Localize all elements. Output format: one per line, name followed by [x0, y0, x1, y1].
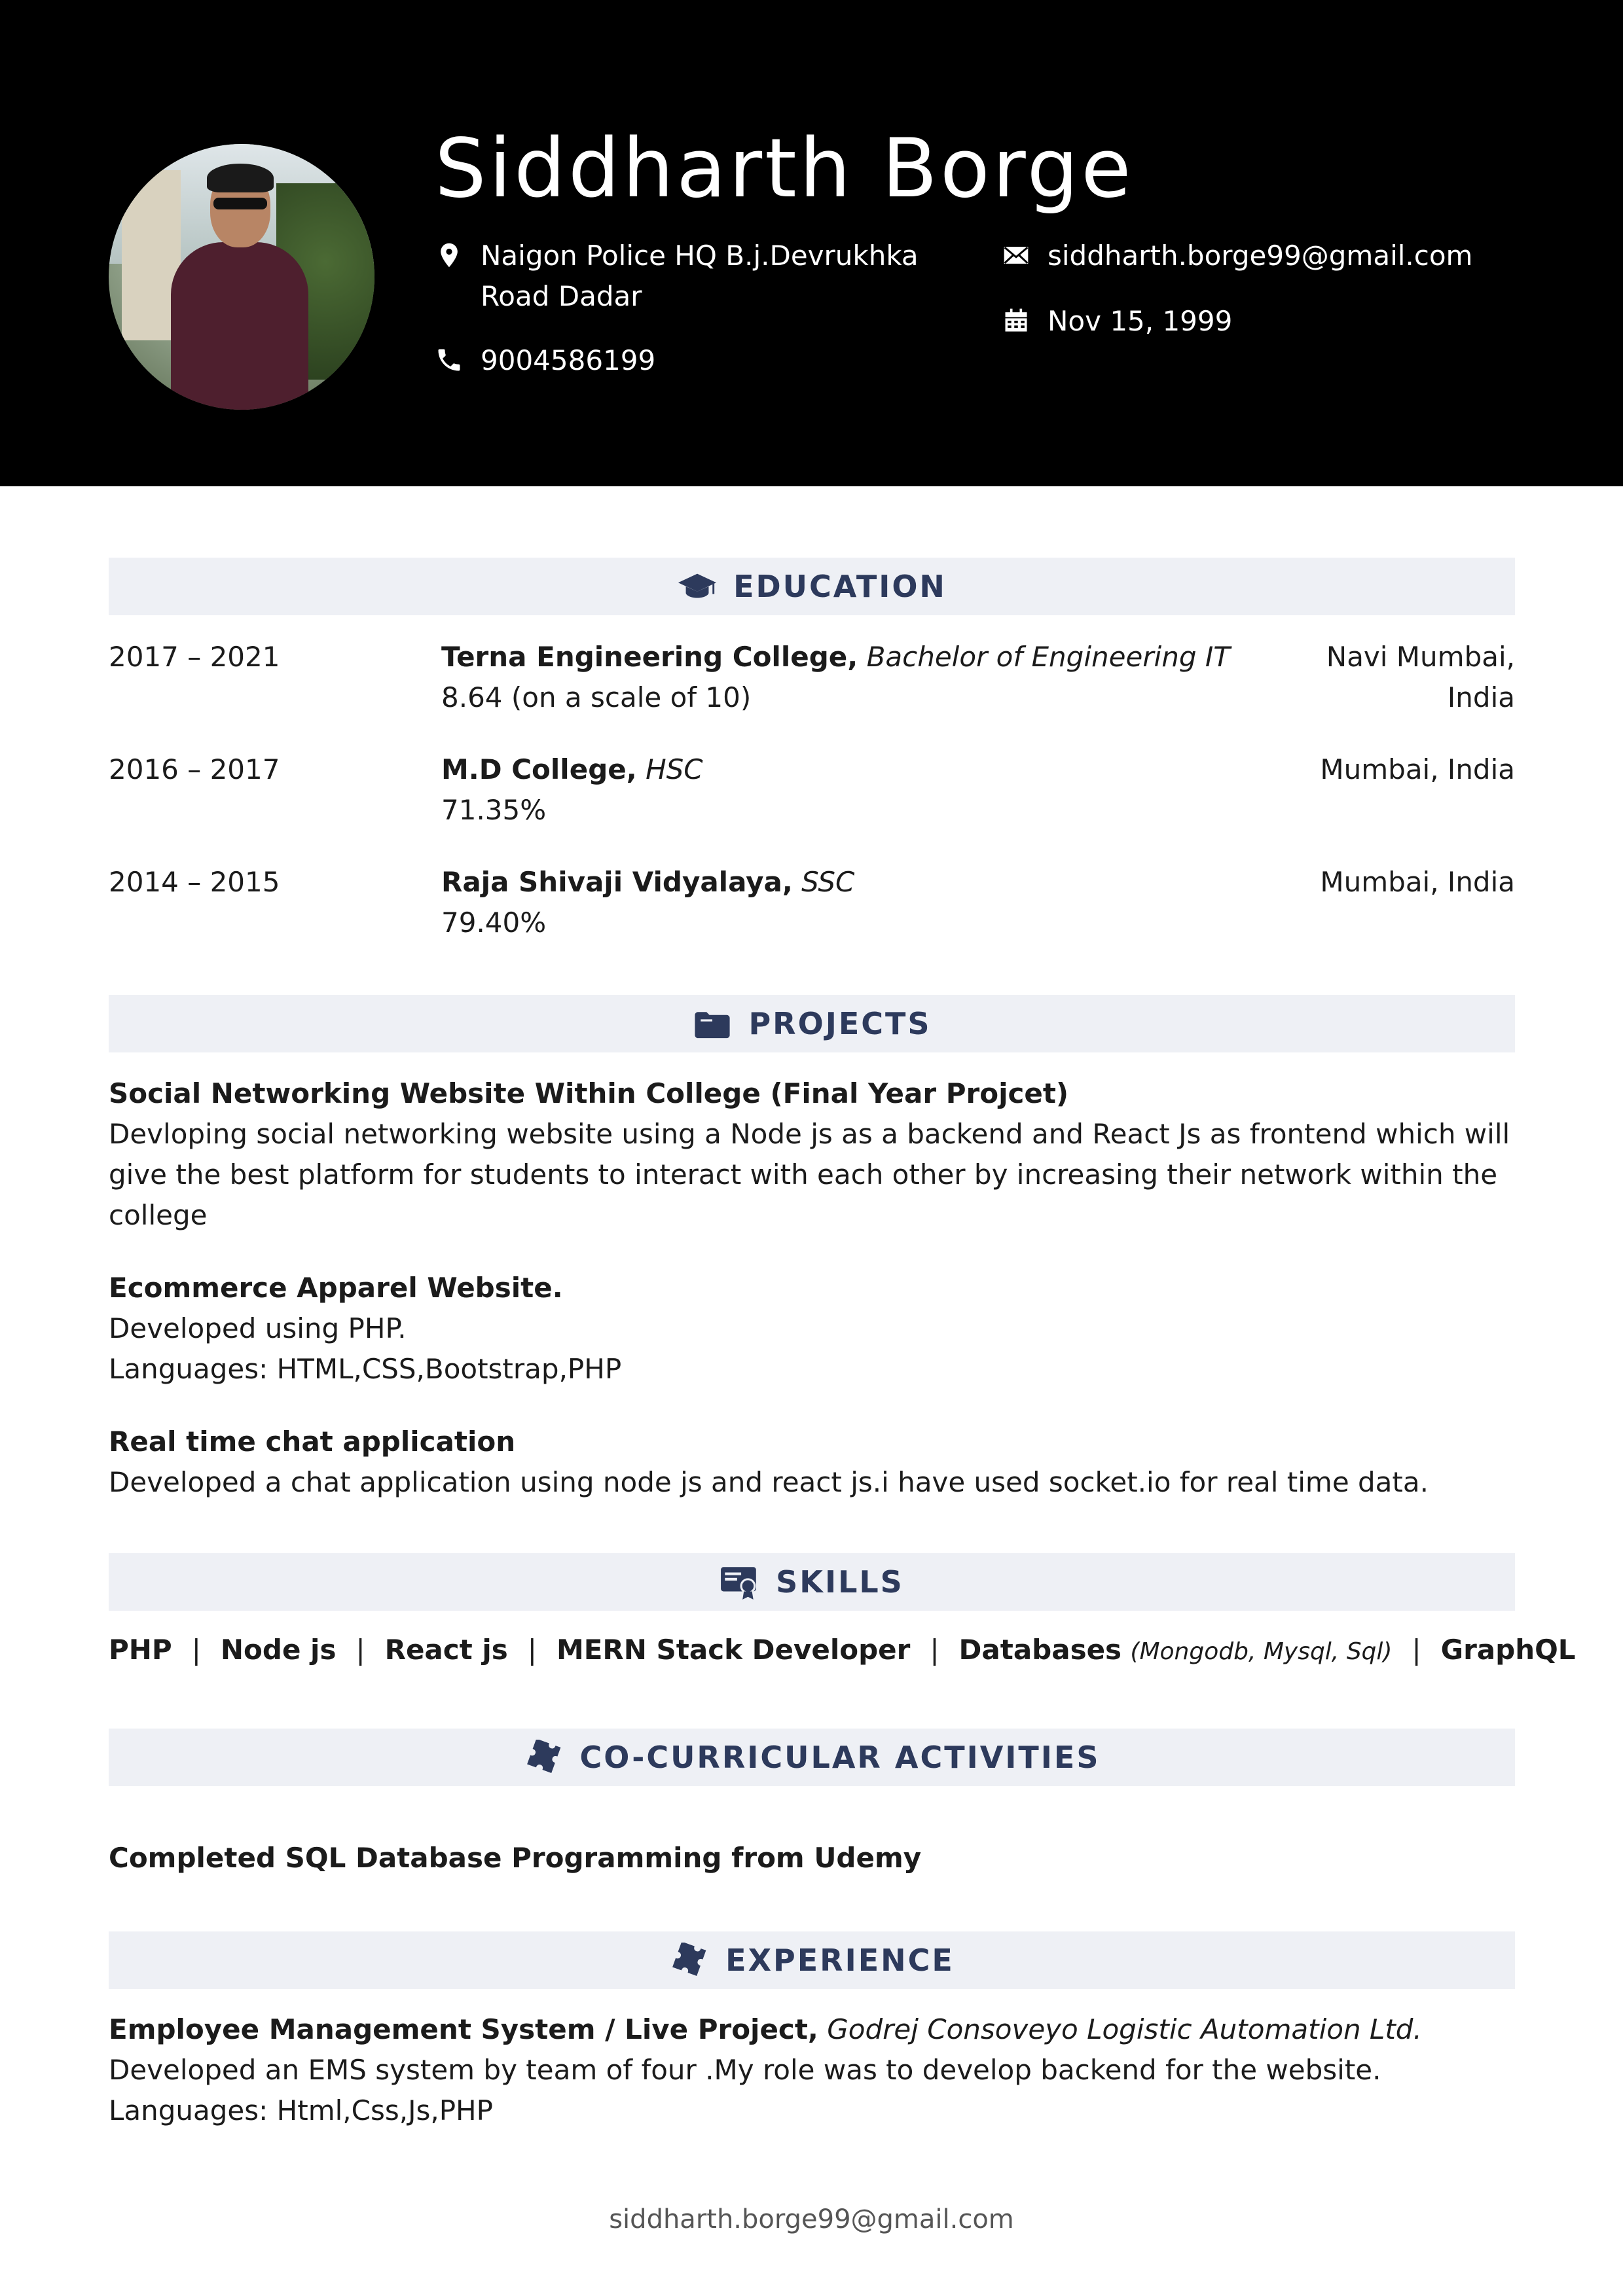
email-address[interactable]: siddharth.borge99@gmail.com	[1048, 236, 1472, 276]
experience-role: Employee Management System / Live Projec…	[109, 2013, 818, 2045]
education-location: Mumbai, India	[1320, 753, 1515, 785]
skill-separator: |	[930, 1634, 939, 1666]
experience-description-line: Developed an EMS system by team of four …	[109, 2054, 1381, 2086]
skill-separator: |	[191, 1634, 201, 1666]
project-description-line: give the best platform for students to i…	[109, 1158, 1498, 1191]
project-description-line: Devloping social networking website usin…	[109, 1118, 1510, 1150]
education-score: 71.35%	[441, 794, 547, 826]
footer-email[interactable]: siddharth.borge99@gmail.com	[0, 2204, 1623, 2234]
degree: HSC	[646, 753, 703, 785]
address-line-1: Naigon Police HQ B.j.Devrukhka	[481, 240, 919, 272]
dob-text: Nov 15, 1999	[1048, 305, 1233, 337]
education-location: Navi Mumbai,	[1326, 641, 1515, 673]
skills-section-header: SKILLS	[109, 1553, 1515, 1611]
education-dates: 2017 – 2021	[109, 641, 280, 673]
experience-title: EXPERIENCE	[725, 1943, 955, 1978]
envelope-icon	[1004, 246, 1029, 264]
map-pin-icon	[441, 243, 458, 268]
project-title: Real time chat application	[109, 1426, 516, 1458]
profile-photo	[109, 144, 374, 410]
institution-name: Terna Engineering College,	[441, 641, 858, 673]
institution-name: M.D College,	[441, 753, 637, 785]
skill-item: PHP	[109, 1634, 172, 1666]
education-section-header: EDUCATION	[109, 558, 1515, 615]
puzzle-piece-icon	[672, 1943, 706, 1976]
skill-item: Node js	[220, 1634, 337, 1666]
cocurricular-item: Completed SQL Database Programming from …	[109, 1842, 922, 1874]
graduation-cap-icon	[678, 573, 717, 598]
skill-separator: |	[527, 1634, 537, 1666]
education-dates: 2016 – 2017	[109, 753, 280, 785]
phone-icon	[438, 349, 460, 371]
education-score: 79.40%	[441, 906, 547, 939]
folder-icon	[695, 1012, 731, 1039]
degree: Bachelor of Engineering IT	[866, 641, 1230, 673]
phone-number[interactable]: 9004586199	[481, 340, 655, 381]
puzzle-piece-icon	[526, 1740, 560, 1773]
skill-item: GraphQL	[1440, 1634, 1576, 1666]
cocurricular-section-header: CO-CURRICULAR ACTIVITIES	[109, 1729, 1515, 1786]
certificate-icon	[721, 1567, 756, 1600]
projects-section-header: PROJECTS	[109, 995, 1515, 1052]
education-location-line-2: India	[1447, 681, 1515, 713]
address-line-2: Road Dadar	[481, 280, 642, 312]
project-description-line: Developed a chat application using node …	[109, 1466, 1429, 1498]
skills-list: PHP | Node js | React js | MERN Stack Develope…	[109, 1630, 1576, 1672]
project-description-line: college	[109, 1199, 208, 1231]
institution-name: Raja Shivaji Vidyalaya,	[441, 866, 793, 898]
education-institution-line: Raja Shivaji Vidyalaya, SSC	[441, 862, 854, 903]
education-institution-line: M.D College, HSC	[441, 749, 703, 790]
project-description-line: Developed using PHP.	[109, 1312, 407, 1344]
education-institution-line: Terna Engineering College, Bachelor of E…	[441, 637, 1230, 677]
skill-separator: |	[356, 1634, 365, 1666]
experience-role-line: Employee Management System / Live Projec…	[109, 2009, 1422, 2050]
candidate-name: Siddharth Borge	[435, 122, 1134, 216]
education-score: 8.64 (on a scale of 10)	[441, 681, 752, 713]
project-description-line: Languages: HTML,CSS,Bootstrap,PHP	[109, 1353, 622, 1385]
education-dates: 2014 – 2015	[109, 866, 280, 898]
projects-title: PROJECTS	[748, 1006, 932, 1041]
project-title: Social Networking Website Within College…	[109, 1077, 1069, 1109]
skill-separator: |	[1412, 1634, 1421, 1666]
degree: SSC	[801, 866, 855, 898]
experience-company: Godrej Consoveyo Logistic Automation Ltd…	[827, 2013, 1422, 2045]
resume-header: Siddharth Borge Naigon Police HQ B.j.Dev…	[0, 0, 1623, 486]
skill-detail: (Mongodb, Mysql, Sql)	[1130, 1638, 1393, 1665]
education-title: EDUCATION	[733, 569, 947, 604]
skill-item: Databases	[958, 1634, 1122, 1666]
cocurricular-title: CO-CURRICULAR ACTIVITIES	[579, 1740, 1101, 1775]
skill-item: MERN Stack Developer	[556, 1634, 911, 1666]
skills-title: SKILLS	[776, 1564, 904, 1600]
experience-description-line: Languages: Html,Css,Js,PHP	[109, 2094, 493, 2126]
experience-section-header: EXPERIENCE	[109, 1931, 1515, 1989]
calendar-icon	[1005, 308, 1027, 332]
project-title: Ecommerce Apparel Website.	[109, 1272, 563, 1304]
education-location: Mumbai, India	[1320, 866, 1515, 898]
skill-item: React js	[384, 1634, 508, 1666]
